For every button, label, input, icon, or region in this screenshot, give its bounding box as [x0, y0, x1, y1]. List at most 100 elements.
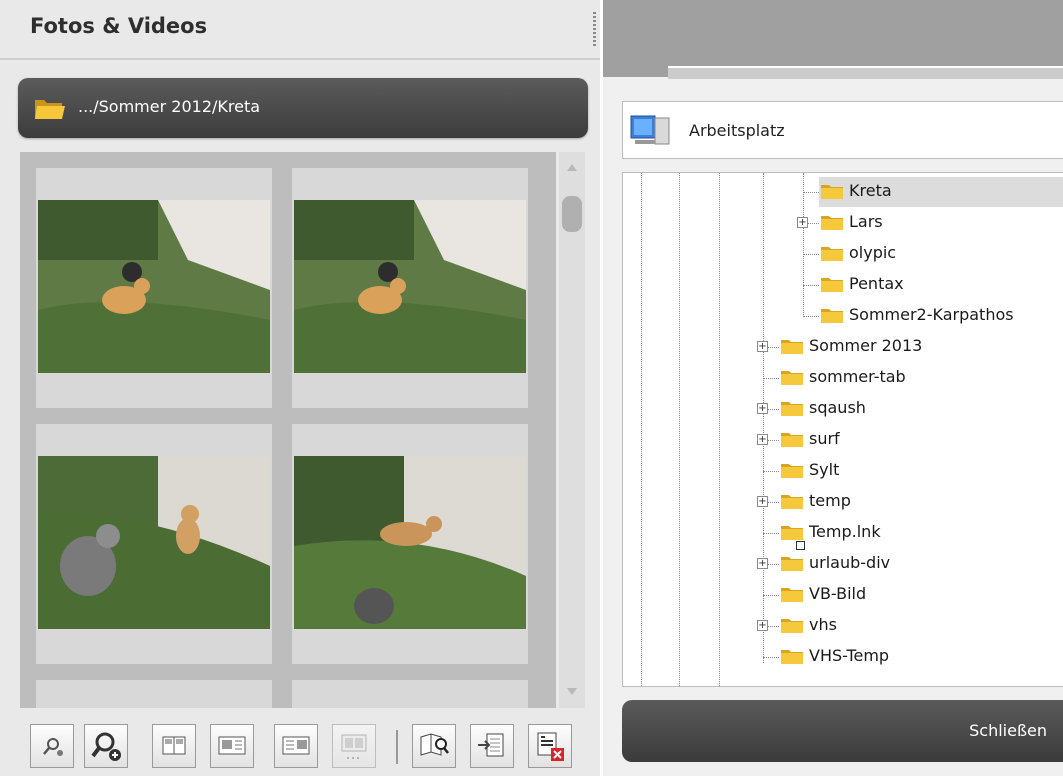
folder-icon: [780, 368, 804, 390]
folder-tree: Kreta + Lars olypic Pentax Sommer2-Karpat…: [622, 172, 1063, 687]
delete-button[interactable]: [528, 724, 572, 768]
tree-item[interactable]: VB-Bild: [763, 580, 1063, 610]
tree-item[interactable]: Temp.lnk: [763, 518, 1063, 550]
header-strip: [668, 66, 1063, 79]
tree-item[interactable]: olypic: [803, 239, 1063, 269]
tree-connector: [803, 254, 819, 255]
folder-icon: [780, 399, 804, 421]
tree-item-label: surf: [809, 429, 840, 448]
expand-toggle-icon[interactable]: +: [757, 558, 768, 569]
browse-search-button[interactable]: [412, 724, 456, 768]
folder-icon: [780, 647, 804, 669]
folder-icon: [820, 306, 844, 328]
photo-thumbnail[interactable]: [294, 456, 526, 629]
zoom-in-icon: [91, 732, 121, 761]
export-button[interactable]: [470, 724, 514, 768]
location-bar[interactable]: Arbeitsplatz: [622, 101, 1063, 159]
computer-icon: [629, 110, 677, 156]
tree-guide: [679, 173, 680, 686]
folder-icon: [780, 337, 804, 359]
folder-icon: [820, 244, 844, 266]
tree-item[interactable]: + urlaub-div: [757, 549, 1063, 579]
divider: [0, 58, 600, 60]
tree-connector: [803, 192, 819, 193]
zoom-out-icon: [43, 738, 63, 756]
tree-item[interactable]: + Sommer 2013: [757, 332, 1063, 362]
scrollbar-thumb[interactable]: [562, 196, 582, 232]
expand-toggle-icon[interactable]: +: [757, 403, 768, 414]
tree-item[interactable]: + temp: [757, 487, 1063, 517]
detail-view-alt-button[interactable]: [274, 724, 318, 768]
expand-toggle-icon[interactable]: +: [757, 434, 768, 445]
tree-item[interactable]: Sommer2-Karpathos: [803, 301, 1063, 331]
two-column-view-button[interactable]: [152, 724, 196, 768]
folder-open-icon: [34, 97, 66, 125]
tree-item-label: olypic: [849, 243, 897, 262]
export-icon: [478, 733, 504, 757]
folder-icon: [820, 275, 844, 297]
tree-item[interactable]: VHS-Temp: [763, 642, 1063, 672]
splitter-grip[interactable]: [593, 12, 596, 48]
tree-item-label: urlaub-div: [809, 553, 891, 572]
tree-item[interactable]: + vhs: [757, 611, 1063, 641]
thumbnail-cell[interactable]: [36, 680, 272, 708]
tree-item-label: Sylt: [809, 460, 840, 479]
open-book-search-icon: [420, 733, 449, 756]
tree-item[interactable]: + Lars: [797, 208, 1063, 238]
thumbnail-cell[interactable]: [36, 424, 272, 664]
expand-toggle-icon[interactable]: +: [757, 496, 768, 507]
thumbnail-cell[interactable]: [36, 168, 272, 408]
photo-thumbnail[interactable]: [38, 456, 270, 629]
location-label: Arbeitsplatz: [689, 121, 785, 140]
thumbnail-cell[interactable]: [292, 168, 528, 408]
view-detail-icon: [218, 736, 246, 755]
tree-item-label: Temp.lnk: [809, 522, 881, 541]
toolbar-separator: [396, 730, 398, 764]
tree-item[interactable]: + surf: [757, 425, 1063, 455]
folder-icon: [780, 585, 804, 607]
tree-connector: [763, 595, 779, 596]
scroll-down-arrow-icon[interactable]: [567, 688, 577, 695]
thumbnail-scrollbar[interactable]: [559, 152, 585, 708]
expand-toggle-icon[interactable]: +: [797, 217, 808, 228]
tree-item-label: Pentax: [849, 274, 904, 293]
thumbnail-grid: [20, 152, 556, 708]
tree-item-label: VB-Bild: [809, 584, 867, 603]
expand-toggle-icon[interactable]: +: [757, 620, 768, 631]
tree-item-label: Lars: [849, 212, 883, 231]
thumbnail-cell[interactable]: [292, 680, 528, 708]
photo-thumbnail[interactable]: [38, 200, 270, 373]
zoom-out-button[interactable]: [30, 724, 74, 768]
tree-item[interactable]: Pentax: [803, 270, 1063, 300]
view-detail-alt-icon: [282, 736, 310, 755]
tree-item[interactable]: + sqaush: [757, 394, 1063, 424]
expand-toggle-icon[interactable]: +: [757, 341, 768, 352]
tree-item-label: vhs: [809, 615, 837, 634]
folder-icon: [780, 523, 805, 550]
detail-view-button[interactable]: [210, 724, 254, 768]
tree-connector: [803, 316, 819, 317]
panel-title: Fotos & Videos: [30, 14, 208, 38]
tree-item-label: temp: [809, 491, 851, 510]
close-button[interactable]: Schließen: [622, 700, 1063, 762]
tree-item[interactable]: Sylt: [763, 456, 1063, 486]
folder-icon: [780, 492, 804, 514]
zoom-in-button[interactable]: [84, 724, 128, 768]
tree-item[interactable]: sommer-tab: [763, 363, 1063, 393]
tree-item-label: sqaush: [809, 398, 866, 417]
scroll-up-arrow-icon[interactable]: [567, 164, 577, 171]
filmstrip-view-button[interactable]: [332, 724, 376, 768]
tree-connector: [763, 471, 779, 472]
current-path-bar[interactable]: .../Sommer 2012/Kreta: [18, 78, 588, 138]
tree-guide: [641, 173, 642, 686]
folder-icon: [820, 213, 844, 235]
tree-item-label: Sommer 2013: [809, 336, 923, 355]
photo-thumbnail[interactable]: [294, 200, 526, 373]
tree-item-label: Kreta: [849, 181, 892, 200]
view-toolbar: [0, 712, 600, 776]
tree-item[interactable]: Kreta: [803, 177, 1063, 207]
folder-icon: [780, 554, 804, 576]
folder-icon: [780, 461, 804, 483]
thumbnail-cell[interactable]: [292, 424, 528, 664]
close-button-label: Schließen: [969, 721, 1047, 740]
